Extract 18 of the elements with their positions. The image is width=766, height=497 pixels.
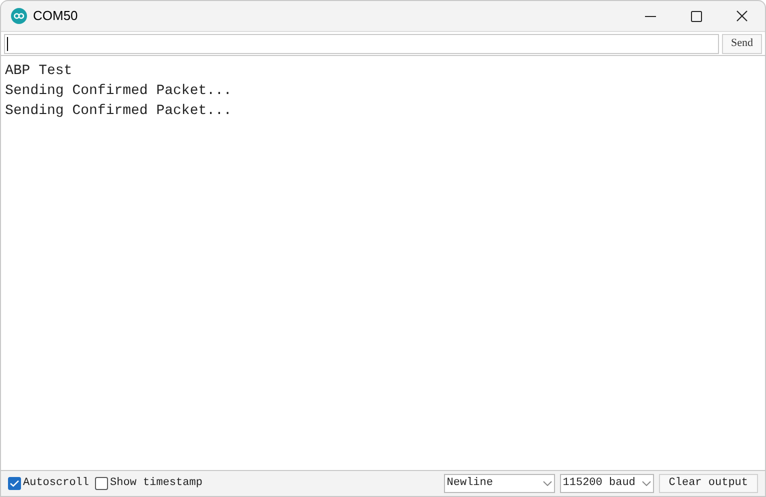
chevron-down-icon xyxy=(542,481,552,486)
output-line: Sending Confirmed Packet... xyxy=(5,102,233,121)
autoscroll-checkbox[interactable] xyxy=(8,477,21,490)
close-icon xyxy=(736,10,748,22)
send-button[interactable]: Send xyxy=(722,34,762,54)
clear-output-button[interactable]: Clear output xyxy=(658,474,758,493)
maximize-icon xyxy=(690,10,702,22)
window-title: COM50 xyxy=(33,7,78,26)
output-line: Sending Confirmed Packet... xyxy=(5,82,233,101)
autoscroll-label: Autoscroll xyxy=(23,476,90,492)
baud-rate-dropdown[interactable]: 115200 baud xyxy=(560,474,654,493)
chevron-down-icon xyxy=(642,481,651,486)
message-input-field[interactable] xyxy=(4,34,719,54)
output-line: ABP Test xyxy=(5,62,74,81)
show-timestamp-label: Show timestamp xyxy=(110,476,202,492)
app-logo-icon xyxy=(11,8,27,24)
show-timestamp-checkbox[interactable] xyxy=(95,477,108,490)
line-ending-dropdown[interactable]: Newline xyxy=(444,474,555,493)
